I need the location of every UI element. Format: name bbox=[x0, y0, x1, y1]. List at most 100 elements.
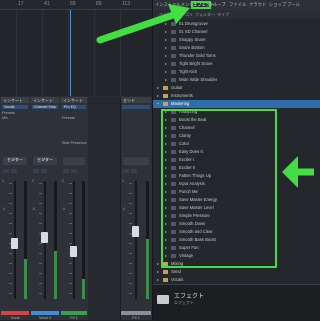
ruler-mark: 113 bbox=[122, 1, 130, 7]
mute-button[interactable] bbox=[63, 169, 69, 173]
chevron-right-icon[interactable]: ▸ bbox=[165, 53, 167, 58]
preset-icon bbox=[171, 29, 176, 34]
browser-folder-row[interactable]: ▸ Send bbox=[153, 268, 320, 276]
channel-color-bar bbox=[121, 311, 151, 315]
browser-preset-row[interactable]: ▸ Snare Bottom bbox=[153, 44, 320, 52]
channel-name[interactable]: FX 1 bbox=[120, 316, 152, 320]
preset-icon bbox=[171, 21, 176, 26]
insert-header-label: インサート bbox=[33, 98, 53, 103]
fader-handle[interactable] bbox=[132, 226, 139, 237]
db-scale-label: -6 bbox=[62, 207, 66, 211]
row-label: Thunder Gold Toms bbox=[179, 53, 216, 58]
mute-button[interactable] bbox=[33, 169, 39, 173]
browser-folder-row[interactable]: ▸ Vocals bbox=[153, 276, 320, 284]
chevron-down-icon[interactable]: ▾ bbox=[157, 101, 159, 106]
insert-header[interactable]: インサート bbox=[61, 97, 87, 103]
browser-preset-row[interactable]: ▸ Tight Bright Snare bbox=[153, 60, 320, 68]
ruler-mark: 41 bbox=[44, 1, 50, 7]
subtab-folder[interactable]: フォルダー bbox=[195, 12, 215, 18]
tab-instruments[interactable]: インストゥルメント bbox=[155, 2, 194, 8]
chevron-right-icon[interactable]: ▸ bbox=[165, 61, 167, 66]
tab-pool[interactable]: プール bbox=[287, 2, 300, 8]
browser-preset-row[interactable]: ▸ Wide Wide Shoulder bbox=[153, 76, 320, 84]
folder-icon bbox=[163, 93, 168, 98]
tab-files[interactable]: ファイル bbox=[229, 2, 246, 8]
preset-icon bbox=[171, 69, 176, 74]
browser-folder-row[interactable]: ▾ Mastering bbox=[153, 100, 320, 108]
channel-strip: インサート Vocals Presets Mix センター ﾊﾟﾝ 0 -6 Vocal bbox=[0, 97, 31, 320]
pan-control[interactable]: センター ﾊﾟﾝ bbox=[33, 157, 57, 165]
solo-button[interactable] bbox=[11, 169, 17, 173]
chevron-right-icon[interactable]: ▸ bbox=[157, 85, 159, 90]
channel-name[interactable]: FX 1 bbox=[60, 316, 88, 320]
level-meter bbox=[54, 181, 57, 299]
pan-control[interactable]: センター ﾊﾟﾝ bbox=[3, 157, 27, 165]
browser-folder-row[interactable]: ▸ Instruments bbox=[153, 92, 320, 100]
mute-button[interactable] bbox=[123, 169, 129, 173]
fader-track[interactable] bbox=[73, 181, 75, 299]
ruler-mark: 89 bbox=[96, 1, 102, 7]
chevron-right-icon[interactable]: ▸ bbox=[165, 77, 167, 82]
tab-shop[interactable]: ショップ bbox=[269, 2, 286, 8]
insert-header[interactable]: インサート bbox=[31, 97, 59, 103]
browser-preset-row[interactable]: ▸ Thunder Gold Toms bbox=[153, 52, 320, 60]
level-meter bbox=[24, 181, 27, 299]
browser-preset-row[interactable]: ▸ Snappy Snare bbox=[153, 36, 320, 44]
channel-name[interactable]: Vocal bbox=[0, 316, 30, 320]
preset-icon bbox=[171, 77, 176, 82]
insert-slot[interactable] bbox=[122, 105, 150, 109]
pan-control[interactable] bbox=[123, 157, 149, 165]
pan-control[interactable] bbox=[63, 157, 85, 165]
insert-slot[interactable]: Channel Strip bbox=[32, 105, 58, 109]
fader-handle[interactable] bbox=[41, 232, 48, 243]
playhead[interactable] bbox=[70, 10, 71, 96]
footer-title: エフェクト bbox=[174, 294, 205, 300]
tab-cloud[interactable]: クラウド bbox=[249, 2, 266, 8]
chevron-right-icon[interactable]: ▸ bbox=[157, 269, 159, 274]
browser-panel: インストゥルメント エフェクト ループ ファイル クラウド ショップ プール ベ… bbox=[152, 0, 320, 321]
subtab-vendor[interactable]: ベンダー bbox=[159, 12, 175, 18]
browser-tabs: インストゥルメント エフェクト ループ ファイル クラウド ショップ プール bbox=[153, 0, 320, 10]
pan-sublabel: ﾊﾟﾝ bbox=[12, 157, 18, 162]
arrange-area[interactable] bbox=[0, 10, 152, 101]
db-scale-label: -6 bbox=[122, 207, 126, 211]
insert-header[interactable]: センド bbox=[121, 97, 151, 103]
solo-button[interactable] bbox=[71, 169, 77, 173]
browser-preset-row[interactable]: ▸ Tight Kick bbox=[153, 68, 320, 76]
fader-handle[interactable] bbox=[11, 238, 18, 249]
mute-button[interactable] bbox=[3, 169, 9, 173]
insert-header-label: センド bbox=[123, 98, 135, 103]
chevron-right-icon[interactable]: ▸ bbox=[165, 37, 167, 42]
row-label: Tight Bright Snare bbox=[179, 61, 213, 66]
insert-header-label: インサート bbox=[63, 98, 83, 103]
chevron-right-icon[interactable]: ▸ bbox=[157, 277, 159, 282]
db-scale-label: 0 bbox=[32, 179, 34, 183]
chevron-right-icon[interactable]: ▸ bbox=[157, 261, 159, 266]
subtab-category[interactable]: カテゴリ bbox=[177, 12, 193, 18]
subtab-type[interactable]: タイプ bbox=[217, 12, 229, 18]
insert-header-label: インサート bbox=[3, 98, 23, 103]
insert-slot[interactable]: Vocals bbox=[2, 105, 28, 109]
solo-button[interactable] bbox=[131, 169, 137, 173]
chevron-right-icon[interactable]: ▸ bbox=[165, 45, 167, 50]
chevron-right-icon[interactable]: ▸ bbox=[165, 69, 167, 74]
fader-handle[interactable] bbox=[70, 246, 77, 257]
browser-preset-row[interactable]: ▸ 01 Drumgroove bbox=[153, 20, 320, 28]
chevron-right-icon[interactable]: ▸ bbox=[165, 21, 167, 26]
chevron-right-icon[interactable]: ▸ bbox=[165, 29, 167, 34]
db-scale-label: -6 bbox=[32, 207, 36, 211]
fader-track[interactable] bbox=[135, 181, 137, 299]
footer-subtitle: エフェクト bbox=[174, 300, 194, 305]
db-scale-label: -6 bbox=[2, 207, 6, 211]
tab-loops[interactable]: ループ bbox=[213, 2, 226, 8]
chevron-right-icon[interactable]: ▸ bbox=[157, 93, 159, 98]
channel-name[interactable]: Vocal 2 bbox=[30, 316, 60, 320]
insert-slot[interactable]: Pro EQ bbox=[62, 105, 86, 109]
browser-folder-row[interactable]: ▸ Guitar bbox=[153, 84, 320, 92]
row-label: Instruments bbox=[171, 93, 193, 98]
solo-button[interactable] bbox=[41, 169, 47, 173]
strip-line: Mix bbox=[2, 116, 8, 120]
browser-preset-row[interactable]: ▸ 01 SD Channel bbox=[153, 28, 320, 36]
timeline-ruler[interactable]: 17 41 65 89 113 bbox=[0, 0, 152, 10]
insert-header[interactable]: インサート bbox=[1, 97, 29, 103]
